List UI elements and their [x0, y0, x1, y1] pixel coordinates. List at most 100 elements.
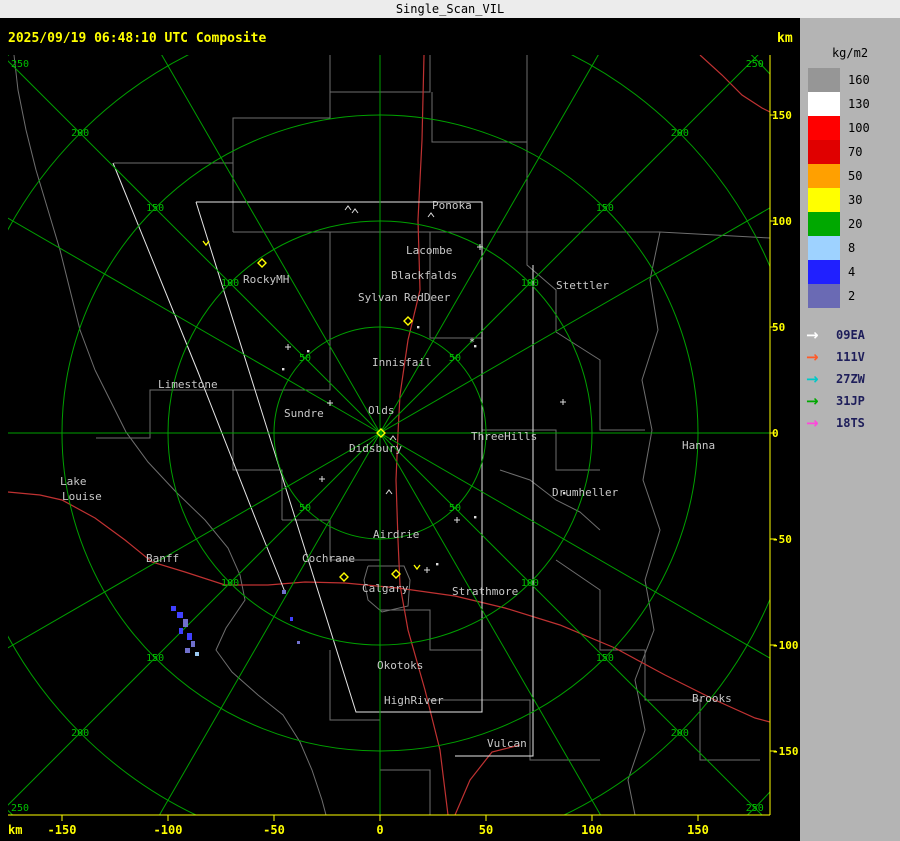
- station-27ZW: → 27ZW: [806, 368, 900, 390]
- city-label-hanna: Hanna: [682, 439, 715, 452]
- colorbar: 160 130 100 70 50 30 20 8 4 2: [800, 68, 900, 308]
- range-label: 200: [671, 728, 689, 739]
- city-label-didsbury: Didsbury: [349, 442, 402, 455]
- colorbar-swatch: [808, 212, 840, 236]
- bottom-axis-tick-label: 50: [479, 823, 493, 837]
- town-dot: [474, 345, 477, 348]
- colorbar-swatch: [808, 164, 840, 188]
- map-background: [0, 18, 800, 841]
- colorbar-value: 50: [848, 169, 863, 183]
- range-label: 200: [71, 128, 89, 139]
- bottom-axis-tick-label: 0: [376, 823, 383, 837]
- range-label: 100: [521, 578, 539, 589]
- city-label-blackfalds: Blackfalds: [391, 269, 457, 282]
- colorbar-entry-4: 4: [808, 260, 900, 284]
- city-label-okotoks: Okotoks: [377, 659, 423, 672]
- range-label: 200: [71, 728, 89, 739]
- city-label-stettler: Stettler: [556, 279, 609, 292]
- city-label-calgary: Calgary: [362, 582, 409, 595]
- range-label: 250: [11, 59, 29, 70]
- range-label: 250: [746, 803, 764, 814]
- right-axis-unit-label: km: [777, 31, 793, 46]
- bottom-axis-unit-label: km: [8, 823, 22, 837]
- city-label-olds: Olds: [368, 404, 395, 417]
- station-id: 09EA: [836, 328, 865, 342]
- colorbar-value: 20: [848, 217, 863, 231]
- station-id: 27ZW: [836, 372, 865, 386]
- city-label-sundre: Sundre: [284, 407, 324, 420]
- colorbar-unit-label: kg/m2: [831, 46, 869, 60]
- colorbar-entry-2: 2: [808, 284, 900, 308]
- city-label-airdrie: Airdrie: [373, 528, 419, 541]
- city-label-lacombe: Lacombe: [406, 244, 452, 257]
- bottom-axis-tick-label: 150: [687, 823, 709, 837]
- town-dot: [307, 350, 310, 353]
- right-axis-tick-label: 0: [772, 427, 779, 440]
- precip-pixel: [290, 617, 293, 621]
- colorbar-value: 160: [848, 73, 870, 87]
- range-label: 100: [221, 278, 239, 289]
- city-label-innisfail: Innisfail: [372, 356, 432, 369]
- window-titlebar[interactable]: Single_Scan_VIL: [0, 0, 900, 18]
- city-label-cochrane: Cochrane: [302, 552, 355, 565]
- station-arrow-icon: →: [806, 370, 819, 388]
- precip-pixel: [185, 648, 190, 653]
- town-dot: [282, 368, 285, 371]
- range-label: 50: [299, 503, 311, 514]
- colorbar-value: 8: [848, 241, 856, 255]
- precip-pixel: [187, 633, 192, 640]
- station-id: 111V: [836, 350, 865, 364]
- colorbar-entry-160: 160: [808, 68, 900, 92]
- range-label: 200: [671, 128, 689, 139]
- bottom-axis-tick-label: -150: [48, 823, 77, 837]
- station-id: 18TS: [836, 416, 865, 430]
- town-dot: [436, 563, 439, 566]
- scan-timestamp: 2025/09/19 06:48:10 UTC Composite: [8, 31, 267, 46]
- right-axis-tick-label: 150: [772, 109, 792, 122]
- right-axis-tick-label: -150: [772, 745, 799, 758]
- colorbar-swatch: [808, 92, 840, 116]
- colorbar-swatch: [808, 68, 840, 92]
- station-09EA: → 09EA: [806, 324, 900, 346]
- range-label: 100: [221, 578, 239, 589]
- colorbar-swatch: [808, 260, 840, 284]
- precip-pixel: [297, 641, 300, 644]
- right-axis-tick-label: 50: [772, 321, 785, 334]
- colorbar-value: 100: [848, 121, 870, 135]
- range-label: 150: [596, 653, 614, 664]
- precip-pixel: [171, 606, 176, 611]
- colorbar-swatch: [808, 284, 840, 308]
- station-id: 31JP: [836, 394, 865, 408]
- station-arrow-icon: →: [806, 414, 819, 432]
- colorbar-entry-30: 30: [808, 188, 900, 212]
- city-label-drumheller: Drumheller: [552, 486, 619, 499]
- colorbar-entry-100: 100: [808, 116, 900, 140]
- colorbar-value: 30: [848, 193, 863, 207]
- bottom-axis-tick-label: -100: [154, 823, 183, 837]
- city-label-limestone: Limestone: [158, 378, 218, 391]
- station-18TS: → 18TS: [806, 412, 900, 434]
- city-label-lake: Lake: [60, 475, 87, 488]
- right-axis-tick-label: 100: [772, 215, 792, 228]
- city-label-ponoka: Ponoka: [432, 199, 472, 212]
- range-label: 250: [746, 59, 764, 70]
- city-label-sylvan: Sylvan: [358, 291, 398, 304]
- colorbar-entry-130: 130: [808, 92, 900, 116]
- town-dot: [474, 516, 477, 519]
- station-111V: → 111V: [806, 346, 900, 368]
- city-label-highriver: HighRiver: [384, 694, 444, 707]
- colorbar-swatch: [808, 188, 840, 212]
- city-label-vulcan: Vulcan: [487, 737, 527, 750]
- radar-main-area: 50 100 150 200 250 50 100 150 200 250 50 100 150 200 2…: [0, 18, 900, 841]
- range-label: 250: [11, 803, 29, 814]
- precip-pixel: [195, 652, 199, 656]
- colorbar-swatch: [808, 236, 840, 260]
- range-label: 50: [449, 353, 461, 364]
- colorbar-value: 4: [848, 265, 856, 279]
- range-label: 150: [146, 653, 164, 664]
- colorbar-entry-8: 8: [808, 236, 900, 260]
- radar-map[interactable]: 50 100 150 200 250 50 100 150 200 250 50 100 150 200 2…: [0, 18, 800, 841]
- precip-pixel: [191, 641, 195, 647]
- radar-app-window: Single_Scan_VIL 50 100 150 200 250 50 100 150 20…: [0, 0, 900, 841]
- city-label-louise: Louise: [62, 490, 102, 503]
